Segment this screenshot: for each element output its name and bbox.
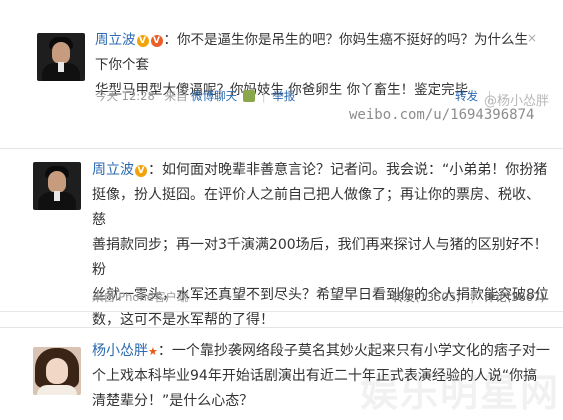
- forward-button[interactable]: 转发: [455, 89, 478, 103]
- avatar-zhou-libo[interactable]: [37, 33, 85, 81]
- close-icon[interactable]: ×: [527, 31, 537, 45]
- comment-button[interactable]: 评论(3667): [484, 290, 545, 304]
- report-link[interactable]: 举报: [272, 89, 295, 103]
- avatar-yang-xiaosong[interactable]: [33, 347, 81, 395]
- chat-icon: [243, 90, 256, 102]
- site-watermark: 娱乐明星网: [360, 371, 561, 415]
- verified-icon: V: [135, 165, 147, 177]
- verified-icon: V: [136, 35, 149, 47]
- post-2-client[interactable]: iPhone客户端: [115, 290, 188, 304]
- post-2-actions: 转发(13505) | 评论(3667): [392, 290, 545, 304]
- post-1-username[interactable]: 周立波: [95, 32, 136, 48]
- star-icon: ★: [148, 345, 158, 358]
- post-1-time[interactable]: 今天 12:28: [95, 89, 155, 103]
- avatar-zhou-libo-2[interactable]: [33, 162, 81, 210]
- post-3-username[interactable]: 杨小怂胖: [92, 343, 148, 359]
- post-1-client[interactable]: 微博聊天: [191, 89, 237, 103]
- post-2-username[interactable]: 周立波: [92, 162, 134, 178]
- verified-icon-2: V: [150, 35, 163, 47]
- weibo-post-1: 周立波 V V ：你不是逼生你是吊生的吧？你妈生癌不挺好的吗？为什么生下你个套 华型马…: [0, 0, 563, 132]
- post-1-meta: 今天 12:28 来自 微博聊天 | 举报: [95, 89, 296, 103]
- forward-button[interactable]: 转发(13505): [392, 290, 461, 304]
- weibo-post-2: 周立波 V ：如何面对晚辈非善意言论？记者问。我会说：“小弟弟！你扮猪 挺像，扮人挺…: [0, 148, 563, 328]
- weibo-url-watermark: weibo.com/u/1694396874: [349, 107, 535, 123]
- post-2-content: 周立波 V ：如何面对晚辈非善意言论？记者问。我会说：“小弟弟！你扮猪 挺像，扮人挺…: [92, 162, 549, 328]
- post-2-meta: 来自iPhone客户端: [92, 290, 189, 304]
